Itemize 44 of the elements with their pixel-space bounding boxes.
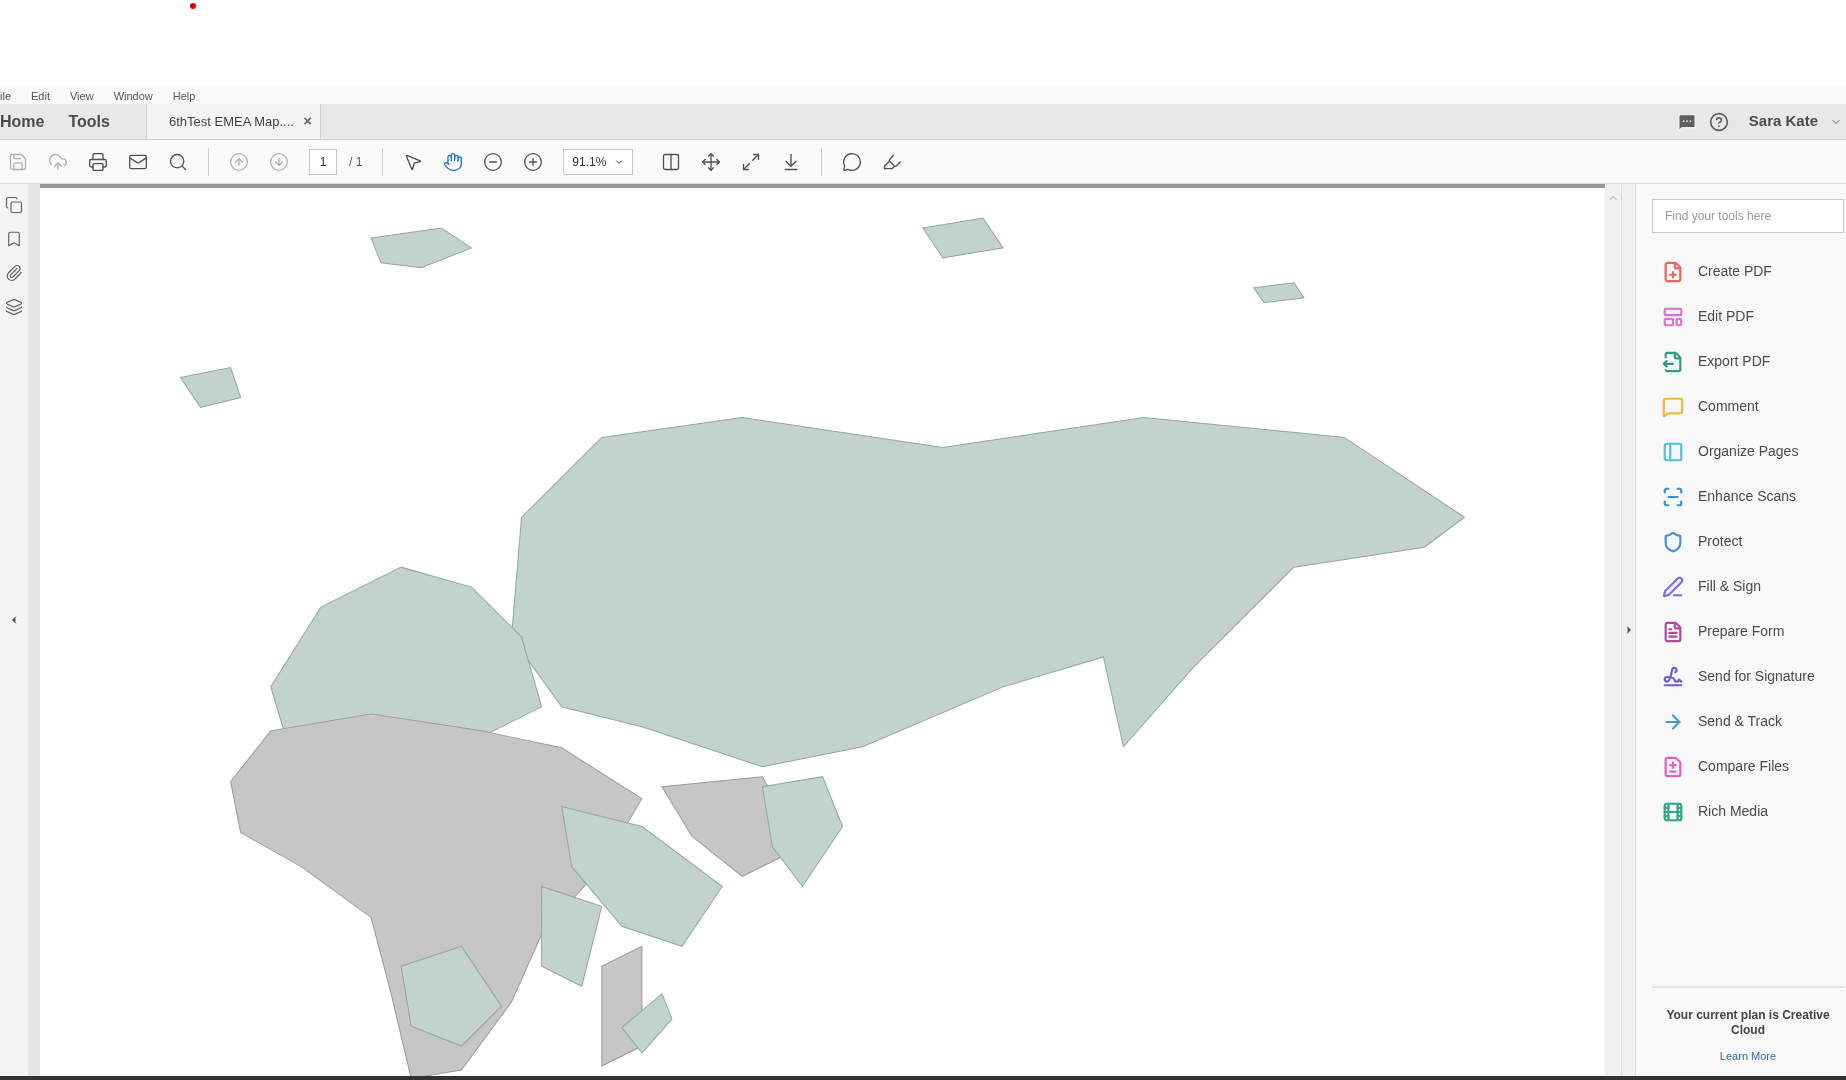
- menu-item[interactable]: ile: [0, 87, 11, 104]
- search-icon[interactable]: [168, 151, 188, 172]
- zoom-out-icon[interactable]: [483, 151, 504, 172]
- paperclip-icon[interactable]: [5, 264, 23, 282]
- tool-item[interactable]: Send for Signature: [1652, 654, 1844, 699]
- pages-icon[interactable]: [5, 196, 23, 214]
- zoom-in-icon[interactable]: [523, 151, 544, 172]
- tool-item[interactable]: Enhance Scans: [1652, 474, 1844, 519]
- tool-item[interactable]: Create PDF: [1652, 249, 1844, 294]
- bookmark-icon[interactable]: [5, 230, 23, 248]
- printer-icon[interactable]: [88, 151, 108, 172]
- close-button[interactable]: ×: [303, 110, 312, 133]
- tool-item[interactable]: Edit PDF: [1652, 294, 1844, 339]
- chat-icon[interactable]: [1676, 111, 1697, 132]
- tool-item[interactable]: Rich Media: [1652, 789, 1844, 834]
- tool-item[interactable]: Export PDF: [1652, 339, 1844, 384]
- speech-bubble-icon[interactable]: [842, 151, 863, 172]
- zoom-dropdown[interactable]: 91.1%: [563, 148, 634, 175]
- hand-icon[interactable]: [443, 151, 464, 172]
- document-tab[interactable]: 6thTest EMEA Map.... ×: [145, 104, 321, 139]
- tool-item[interactable]: Fill & Sign: [1652, 564, 1844, 609]
- document-tab-title: 6thTest EMEA Map....: [168, 112, 294, 131]
- tool-item[interactable]: Organize Pages: [1652, 429, 1844, 474]
- menu-item[interactable]: Edit: [31, 87, 50, 104]
- fullscreen-icon[interactable]: [741, 151, 762, 172]
- nav-tab[interactable]: Home: [0, 104, 69, 139]
- page-total: / 1: [349, 153, 363, 171]
- menu-item[interactable]: Window: [113, 87, 153, 104]
- learn-more-link[interactable]: Learn More: [1719, 1047, 1777, 1064]
- page-number-field[interactable]: 1: [309, 148, 337, 175]
- plan-message: Your current plan is Creative Cloud: [1665, 1007, 1831, 1038]
- menu-item[interactable]: Help: [172, 87, 196, 104]
- help-icon[interactable]: [1708, 111, 1729, 132]
- zoom-value: 91.1%: [572, 153, 607, 171]
- user-name[interactable]: Sara Kate: [1748, 110, 1818, 133]
- tool-item[interactable]: Prepare Form: [1652, 609, 1844, 654]
- tool-item[interactable]: Protect: [1652, 519, 1844, 564]
- tool-item[interactable]: Send & Track: [1652, 699, 1844, 744]
- search-field[interactable]: Find your tools here: [1652, 199, 1844, 233]
- tool-item[interactable]: Compare Files: [1652, 744, 1844, 789]
- nav-tab[interactable]: Tools: [68, 104, 134, 139]
- menu-item[interactable]: View: [70, 87, 94, 104]
- layers-icon[interactable]: [5, 298, 23, 316]
- tool-item[interactable]: Comment: [1652, 384, 1844, 429]
